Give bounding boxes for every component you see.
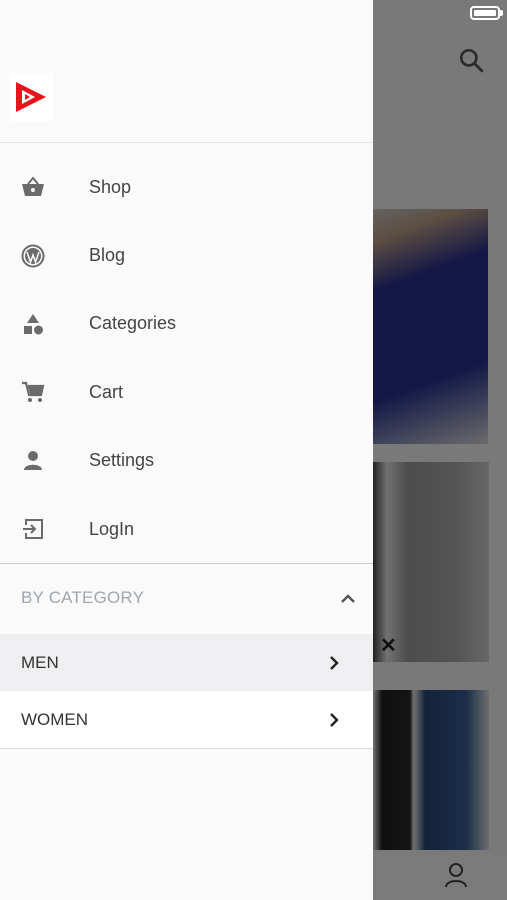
play-logo-icon: [16, 82, 46, 112]
login-icon: [21, 517, 45, 541]
app-logo: [9, 73, 53, 121]
category-section-header[interactable]: BY CATEGORY: [0, 564, 373, 632]
shopping-basket-icon: [21, 175, 45, 199]
menu-item-label: Categories: [89, 313, 177, 334]
chevron-right-icon: [330, 712, 339, 727]
person-icon: [21, 449, 45, 473]
menu-item-label: Settings: [89, 450, 155, 471]
cart-icon: [21, 380, 45, 404]
battery-icon: [470, 6, 500, 20]
menu-item-label: Cart: [89, 381, 124, 402]
category-item-men[interactable]: MEN: [0, 634, 373, 691]
menu-item-label: Blog: [89, 245, 126, 266]
category-item-label: WOMEN: [21, 709, 89, 729]
chevron-up-icon: [341, 594, 355, 603]
menu-item-blog[interactable]: Blog: [0, 221, 373, 289]
menu-item-categories[interactable]: Categories: [0, 290, 373, 358]
divider: [0, 142, 373, 143]
navigation-drawer: Shop Blog Categories Cart Settings LogIn…: [0, 0, 373, 900]
menu-item-label: Shop: [89, 176, 132, 197]
menu-item-login[interactable]: LogIn: [0, 495, 373, 563]
category-shapes-icon: [21, 312, 45, 336]
drawer-menu: Shop Blog Categories Cart Settings LogIn: [0, 153, 373, 563]
menu-item-cart[interactable]: Cart: [0, 358, 373, 426]
chevron-right-icon: [330, 655, 339, 670]
category-item-label: MEN: [21, 652, 59, 672]
category-section-title: BY CATEGORY: [21, 588, 145, 607]
category-item-women[interactable]: WOMEN: [0, 691, 373, 749]
menu-item-settings[interactable]: Settings: [0, 427, 373, 495]
menu-item-shop[interactable]: Shop: [0, 153, 373, 221]
wordpress-icon: [21, 244, 45, 268]
menu-item-label: LogIn: [89, 518, 135, 539]
